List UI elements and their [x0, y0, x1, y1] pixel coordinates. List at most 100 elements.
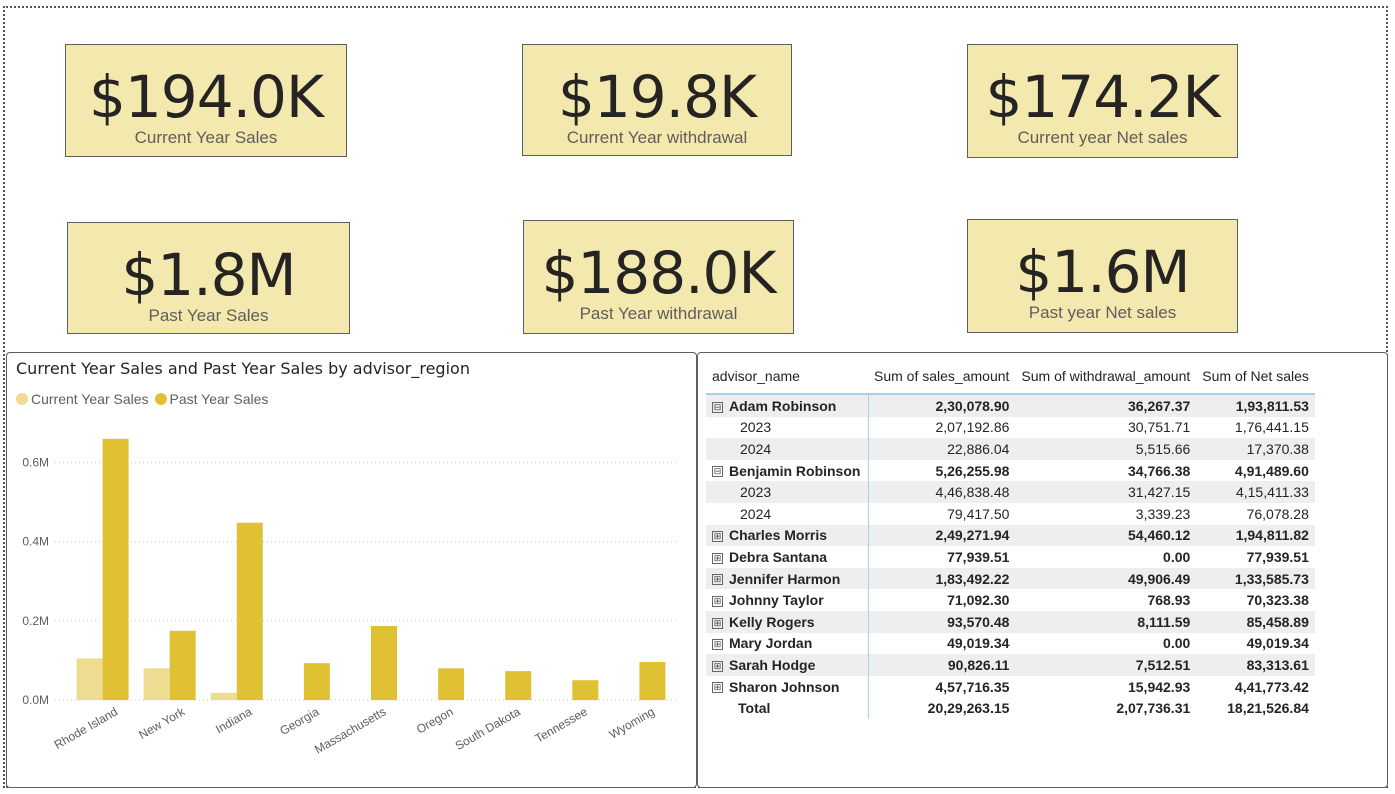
- column-header-sales[interactable]: Sum of sales_amount: [868, 359, 1016, 395]
- row-label: Kelly Rogers: [729, 613, 815, 630]
- expand-icon[interactable]: ⊞: [712, 682, 723, 694]
- kpi-card-past-withdrawal[interactable]: $188.0K Past Year withdrawal: [523, 220, 794, 334]
- y-tick-label: 0.2M: [22, 614, 49, 628]
- cell-net: 70,323.38: [1246, 592, 1309, 609]
- table-row-year[interactable]: 2024 22,886.04 5,515.66 17,370.38: [706, 438, 1315, 460]
- x-tick-label: Wyoming: [607, 704, 657, 741]
- table-row-advisor[interactable]: ⊟ Benjamin Robinson 5,26,255.98 34,766.38 4,…: [706, 459, 1315, 482]
- table-row-advisor[interactable]: ⊞ Jennifer Harmon 1,83,492.22 49,906.49 1,33…: [706, 567, 1315, 590]
- kpi-value: $1.6M: [1015, 238, 1190, 306]
- kpi-value: $194.0K: [89, 63, 324, 131]
- table-row-advisor[interactable]: ⊞ Sharon Johnson 4,57,716.35 15,942.93 4,41,…: [706, 675, 1315, 698]
- cell-advisor-name: ⊞ Debra Santana: [706, 546, 869, 568]
- column-header-withdrawal[interactable]: Sum of withdrawal_amount: [1015, 359, 1197, 395]
- cell-sales: 1,83,492.22: [868, 567, 1016, 590]
- bar-past-year: [639, 662, 666, 700]
- kpi-label: Current year Net sales: [1017, 128, 1188, 147]
- bar-past-year: [438, 668, 465, 700]
- cell-withdrawal: 34,766.38: [1127, 462, 1191, 479]
- row-label: Mary Jordan: [729, 635, 813, 652]
- cell-withdrawal: 768.93: [1147, 592, 1191, 609]
- row-label: 2023: [740, 419, 772, 436]
- cell-withdrawal: 5,515.66: [1015, 438, 1197, 460]
- cell-total-sales: 20,29,263.15: [927, 700, 1010, 717]
- cell-advisor-name: ⊞ Charles Morris: [706, 524, 869, 547]
- bar-current-year: [143, 668, 170, 700]
- expand-icon[interactable]: ⊞: [712, 595, 723, 607]
- cell-withdrawal: 49,906.49: [1015, 567, 1197, 590]
- kpi-card-current-withdrawal[interactable]: $19.8K Current Year withdrawal: [522, 44, 792, 156]
- bar-chart: 0.0M 0.2M 0.4M 0.6M Rhode Island New York Indi…: [22, 438, 679, 757]
- cell-sales: 71,092.30: [947, 592, 1010, 609]
- row-label: Sharon Johnson: [729, 678, 840, 695]
- cell-withdrawal: 36,267.37: [1015, 394, 1197, 417]
- bar-past-year: [572, 680, 599, 700]
- table-row-advisor[interactable]: ⊞ Charles Morris 2,49,271.94 54,460.12 1,94,…: [706, 524, 1315, 547]
- cell-advisor-name: ⊞ Sarah Hodge: [706, 654, 869, 676]
- cell-advisor-name: 2023: [706, 416, 869, 439]
- expand-icon[interactable]: ⊞: [712, 660, 723, 672]
- cell-advisor-name: ⊞ Mary Jordan: [706, 632, 869, 655]
- cell-advisor-name: 2024: [706, 438, 869, 460]
- row-label: Adam Robinson: [729, 397, 837, 414]
- y-tick-label: 0.0M: [22, 693, 49, 707]
- column-header-advisor-name[interactable]: advisor_name: [706, 359, 868, 395]
- kpi-label: Current Year Sales: [134, 128, 278, 147]
- expand-icon[interactable]: ⊞: [712, 617, 723, 629]
- row-label: Benjamin Robinson: [729, 462, 861, 479]
- collapse-icon[interactable]: ⊟: [712, 401, 723, 413]
- cell-advisor-name: ⊞ Kelly Rogers: [706, 610, 869, 633]
- table-row-advisor[interactable]: ⊞ Mary Jordan 49,019.34 0.00 49,019.34: [706, 632, 1315, 655]
- expand-icon[interactable]: ⊞: [712, 531, 723, 543]
- cell-sales: 79,417.50: [947, 505, 1010, 522]
- cell-advisor-name: ⊞ Jennifer Harmon: [706, 567, 869, 590]
- expand-icon[interactable]: ⊞: [712, 639, 723, 651]
- bar-past-year: [169, 630, 196, 700]
- bar-past-year: [505, 671, 532, 700]
- table-row-year[interactable]: 2024 79,417.50 3,339.23 76,078.28: [706, 502, 1315, 525]
- cell-total-withdrawal: 2,07,736.31: [1116, 700, 1191, 717]
- table-row-advisor[interactable]: ⊞ Debra Santana 77,939.51 0.00 77,939.51: [706, 546, 1315, 568]
- kpi-card-current-sales[interactable]: $194.0K Current Year Sales: [65, 44, 347, 157]
- column-header-net-sales[interactable]: Sum of Net sales: [1196, 359, 1315, 395]
- bar-current-year: [76, 658, 103, 700]
- table-row-year[interactable]: 2023 2,07,192.86 30,751.71 1,76,441.15: [706, 416, 1315, 439]
- cell-advisor-name: ⊞ Johnny Taylor: [706, 589, 869, 611]
- bar-past-year: [236, 522, 263, 700]
- kpi-card-current-net-sales[interactable]: $174.2K Current year Net sales: [967, 44, 1238, 158]
- expand-icon[interactable]: ⊞: [712, 552, 723, 564]
- kpi-card-past-sales[interactable]: $1.8M Past Year Sales: [67, 222, 350, 334]
- cell-net: 1,93,811.53: [1196, 394, 1315, 417]
- x-tick-label: Massachusetts: [312, 704, 388, 756]
- matrix-panel[interactable]: advisor_name Sum of sales_amount Sum of …: [697, 352, 1388, 788]
- x-tick-label: New York: [136, 704, 188, 742]
- table-row-year[interactable]: 2023 4,46,838.48 31,427.15 4,15,411.33: [706, 481, 1315, 503]
- row-label: Charles Morris: [729, 527, 828, 544]
- kpi-value: $174.2K: [985, 63, 1221, 131]
- kpi-card-past-net-sales[interactable]: $1.6M Past year Net sales: [967, 219, 1238, 333]
- cell-advisor-name: ⊟ Adam Robinson: [706, 394, 869, 417]
- cell-advisor-name: 2024: [706, 502, 869, 525]
- x-tick-label: Oregon: [414, 704, 456, 736]
- table-row-advisor[interactable]: ⊟ Adam Robinson 2,30,078.90 36,267.37 1,93,8…: [706, 394, 1315, 417]
- collapse-icon[interactable]: ⊟: [712, 466, 723, 478]
- cell-net: 1,76,441.15: [1234, 419, 1309, 436]
- table-header-row: advisor_name Sum of sales_amount Sum of …: [706, 359, 1315, 395]
- expand-icon[interactable]: ⊞: [712, 574, 723, 586]
- kpi-label: Current Year withdrawal: [566, 128, 748, 147]
- cell-advisor-name: ⊞ Sharon Johnson: [706, 675, 869, 698]
- chart-panel[interactable]: Current Year Sales and Past Year Sales b…: [6, 352, 697, 788]
- cell-net: 77,939.51: [1246, 548, 1309, 565]
- cell-net: 4,41,773.42: [1234, 678, 1309, 695]
- table-row-advisor[interactable]: ⊞ Johnny Taylor 71,092.30 768.93 70,323.38: [706, 589, 1315, 611]
- cell-sales: 77,939.51: [947, 548, 1010, 565]
- table-row-advisor[interactable]: ⊞ Kelly Rogers 93,570.48 8,111.59 85,458.89: [706, 610, 1315, 633]
- row-label: Johnny Taylor: [729, 592, 824, 609]
- cell-withdrawal: 30,751.71: [1127, 419, 1191, 436]
- cell-sales: 2,49,271.94: [868, 524, 1016, 547]
- x-tick-label: Tennessee: [533, 704, 591, 745]
- cell-sales: 5,26,255.98: [935, 462, 1010, 479]
- cell-sales: 93,570.48: [868, 610, 1016, 633]
- table-row-advisor[interactable]: ⊞ Sarah Hodge 90,826.11 7,512.51 83,313.61: [706, 654, 1315, 676]
- cell-sales: 49,019.34: [947, 635, 1010, 652]
